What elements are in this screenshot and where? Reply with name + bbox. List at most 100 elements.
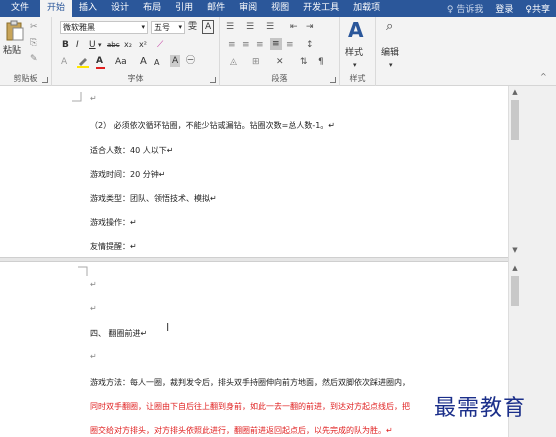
doc-line: 四、 翻圈前进↵ (90, 329, 148, 338)
crop-mark-icon (72, 92, 82, 102)
bullets-icon[interactable]: ☰ (226, 21, 234, 33)
person-icon: ♀ (525, 5, 532, 15)
tab-insert[interactable]: 插入 (72, 0, 104, 17)
font-launcher-icon[interactable] (210, 77, 216, 83)
doc-line: 游戏时间：20 分钟↵ (90, 170, 166, 179)
menu-bar: 文件 开始 插入 设计 布局 引用 邮件 审阅 视图 开发工具 加载项 ♀ 告诉… (0, 0, 556, 17)
subscript-button[interactable]: x₂ (124, 39, 132, 51)
borders-icon[interactable]: ⊞ (252, 56, 260, 68)
font-group: 微软雅黑 ▾ 五号 ▾ 雯 A B I U ▾ abc x₂ x² ⟋ A A Aa… (52, 17, 220, 86)
numbering-icon[interactable]: ☰ (246, 21, 254, 33)
font-color-glyph: A (96, 56, 103, 66)
paragraph-launcher-icon[interactable] (330, 77, 336, 83)
clear-format-icon[interactable]: ⟋ (157, 39, 163, 51)
styles-button[interactable]: 样式 (345, 47, 363, 59)
text-effects-icon[interactable]: A (61, 56, 67, 68)
format-painter-icon[interactable]: ✎ (30, 53, 38, 65)
highlight-icon[interactable] (76, 56, 90, 68)
tab-layout[interactable]: 布局 (136, 0, 168, 17)
italic-button[interactable]: I (76, 39, 79, 51)
styles-group-label: 样式 (349, 74, 366, 83)
doc-line: 游戏操作：↵ (90, 218, 137, 227)
vertical-scrollbar[interactable]: ▲ ▼ ▲ (508, 86, 520, 437)
chinese-layout-icon[interactable]: ✕ (276, 56, 284, 68)
chevron-down-icon[interactable]: ▾ (98, 39, 102, 51)
bold-button[interactable]: B (62, 39, 69, 51)
char-border-icon[interactable]: A (202, 20, 215, 34)
document-area[interactable]: ↵ （2） 必须依次循环钻圈，不能少钻或漏钻。钻圈次数=总人数-1。↵ 适合人数… (0, 86, 508, 437)
font-size-value: 五号 (154, 23, 170, 32)
collapse-ribbon-icon[interactable]: ^ (540, 71, 547, 83)
strikethrough-button[interactable]: abc (107, 39, 120, 51)
crop-mark-icon (78, 266, 88, 276)
tell-me-label: 告诉我 (456, 5, 484, 15)
tab-file[interactable]: 文件 (0, 0, 40, 17)
grow-font-button[interactable]: A (140, 56, 147, 68)
text-cursor-icon: I (166, 321, 170, 334)
doc-line: 游戏类型：团队、领悟技术、模拟↵ (90, 194, 217, 203)
shading-icon[interactable]: ◬ (230, 56, 237, 68)
increase-indent-icon[interactable]: ⇥ (306, 21, 314, 33)
word-window: 文件 开始 插入 设计 布局 引用 邮件 审阅 视图 开发工具 加载项 ♀ 告诉… (0, 0, 556, 437)
tab-developer[interactable]: 开发工具 (296, 0, 346, 17)
scroll-thumb[interactable] (511, 100, 519, 140)
login-button[interactable]: 登录 (489, 2, 519, 15)
doc-line: 友情提醒：↵ (90, 242, 137, 251)
styles-icon[interactable]: A (348, 19, 363, 41)
share-button[interactable]: ♀共享 (519, 2, 556, 15)
tab-mailings[interactable]: 邮件 (200, 0, 232, 17)
font-color-button[interactable]: A (96, 55, 105, 69)
tell-me-box[interactable]: ♀ 告诉我 (441, 2, 489, 15)
find-icon[interactable]: ⌕ (386, 20, 393, 33)
enclose-char-icon[interactable]: ㊀ (186, 55, 195, 67)
show-marks-icon[interactable]: ¶ (318, 56, 324, 68)
char-shading-icon[interactable]: A (170, 55, 181, 67)
chevron-down-icon[interactable]: ▾ (353, 59, 357, 71)
chevron-down-icon: ▾ (141, 23, 145, 31)
tab-references[interactable]: 引用 (168, 0, 200, 17)
decrease-indent-icon[interactable]: ⇤ (290, 21, 298, 33)
doc-line: ↵ (90, 94, 97, 103)
change-case-button[interactable]: Aa (115, 56, 127, 68)
copy-icon[interactable]: ⎘ (30, 37, 37, 49)
tab-addins[interactable]: 加载项 (346, 0, 387, 17)
doc-line: ↵ (90, 304, 97, 313)
line-spacing-icon[interactable]: ↕ (306, 39, 314, 51)
align-left-icon[interactable]: ≡ (228, 39, 236, 51)
scroll-thumb[interactable] (511, 276, 519, 306)
font-size-select[interactable]: 五号 ▾ (151, 21, 185, 34)
shrink-font-button[interactable]: A (154, 57, 159, 69)
justify-icon[interactable]: ≡ (270, 38, 282, 50)
side-pane (520, 86, 556, 437)
phonetic-guide-icon[interactable]: 雯 (188, 21, 197, 33)
underline-button[interactable]: U (89, 39, 96, 51)
font-color-swatch (96, 67, 105, 69)
cut-icon[interactable]: ✂ (30, 21, 38, 33)
lightbulb-icon: ♀ (446, 5, 454, 15)
tab-review[interactable]: 审阅 (232, 0, 264, 17)
page-1[interactable]: ↵ （2） 必须依次循环钻圈，不能少钻或漏钻。钻圈次数=总人数-1。↵ 适合人数… (0, 86, 508, 258)
align-right-icon[interactable]: ≡ (256, 39, 264, 51)
tab-design[interactable]: 设计 (104, 0, 136, 17)
tab-view[interactable]: 视图 (264, 0, 296, 17)
doc-line: ↵ (90, 280, 97, 289)
font-group-label: 字体 (127, 74, 144, 83)
doc-line: 同时双手翻圈，让圈由下自后往上翻到身前，如此一去一翻的前进，到达对方起点线后，把 (90, 402, 410, 411)
paste-icon[interactable] (5, 20, 25, 42)
superscript-button[interactable]: x² (139, 39, 147, 51)
paste-button[interactable]: 粘贴 (3, 45, 21, 57)
doc-line: 圈交给对方排头，对方排头依照此进行，翻圈前进返回起点后，以先完成的队为胜。↵ (90, 426, 393, 435)
chevron-down-icon[interactable]: ▾ (389, 59, 393, 71)
multilevel-list-icon[interactable]: ☰ (266, 21, 274, 33)
doc-line: ↵ (90, 352, 97, 361)
clipboard-launcher-icon[interactable] (42, 77, 48, 83)
editing-button[interactable]: 编辑 (381, 47, 399, 59)
distributed-icon[interactable]: ≡ (286, 39, 294, 51)
tab-home[interactable]: 开始 (40, 0, 73, 17)
align-center-icon[interactable]: ≡ (242, 39, 250, 51)
sort-icon[interactable]: ⇅ (300, 56, 308, 68)
font-name-select[interactable]: 微软雅黑 ▾ (60, 21, 148, 34)
clipboard-group: 粘贴 ✂ ⎘ ✎ 剪贴板 (0, 17, 52, 86)
page-2[interactable]: ↵ ↵ 四、 翻圈前进↵ I ↵ 游戏方法：每人一圈，裁判发令后，排头双手持圈伸… (0, 261, 508, 437)
watermark-text: 最需教育 (434, 396, 527, 421)
